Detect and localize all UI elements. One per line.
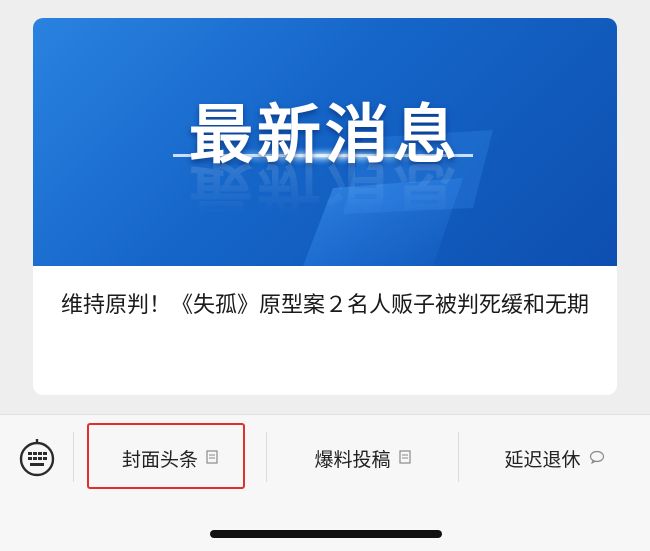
chat-bubble-icon	[589, 447, 605, 469]
menu-item-tip-submission[interactable]: 爆料投稿	[267, 438, 458, 478]
keyboard-icon	[19, 439, 55, 477]
article-headline[interactable]: 维持原判！《失孤》原型案２名人贩子被判死缓和无期	[61, 286, 601, 326]
banner-title-reflection: 最新消息	[189, 153, 461, 227]
keyboard-toggle-button[interactable]	[19, 437, 55, 477]
page-icon	[398, 447, 411, 469]
article-card[interactable]: 最新消息 最新消息 维持原判！《失孤》原型案２名人贩子被判死缓和无期	[33, 18, 617, 395]
menu-item-delayed-retirement[interactable]: 延迟退休	[459, 438, 650, 478]
home-indicator[interactable]	[210, 530, 442, 538]
highlight-box	[87, 423, 245, 489]
menu-item-label: 爆料投稿	[314, 448, 391, 471]
menu-item-label: 延迟退休	[504, 448, 581, 471]
article-banner-image: 最新消息 最新消息	[33, 18, 617, 266]
